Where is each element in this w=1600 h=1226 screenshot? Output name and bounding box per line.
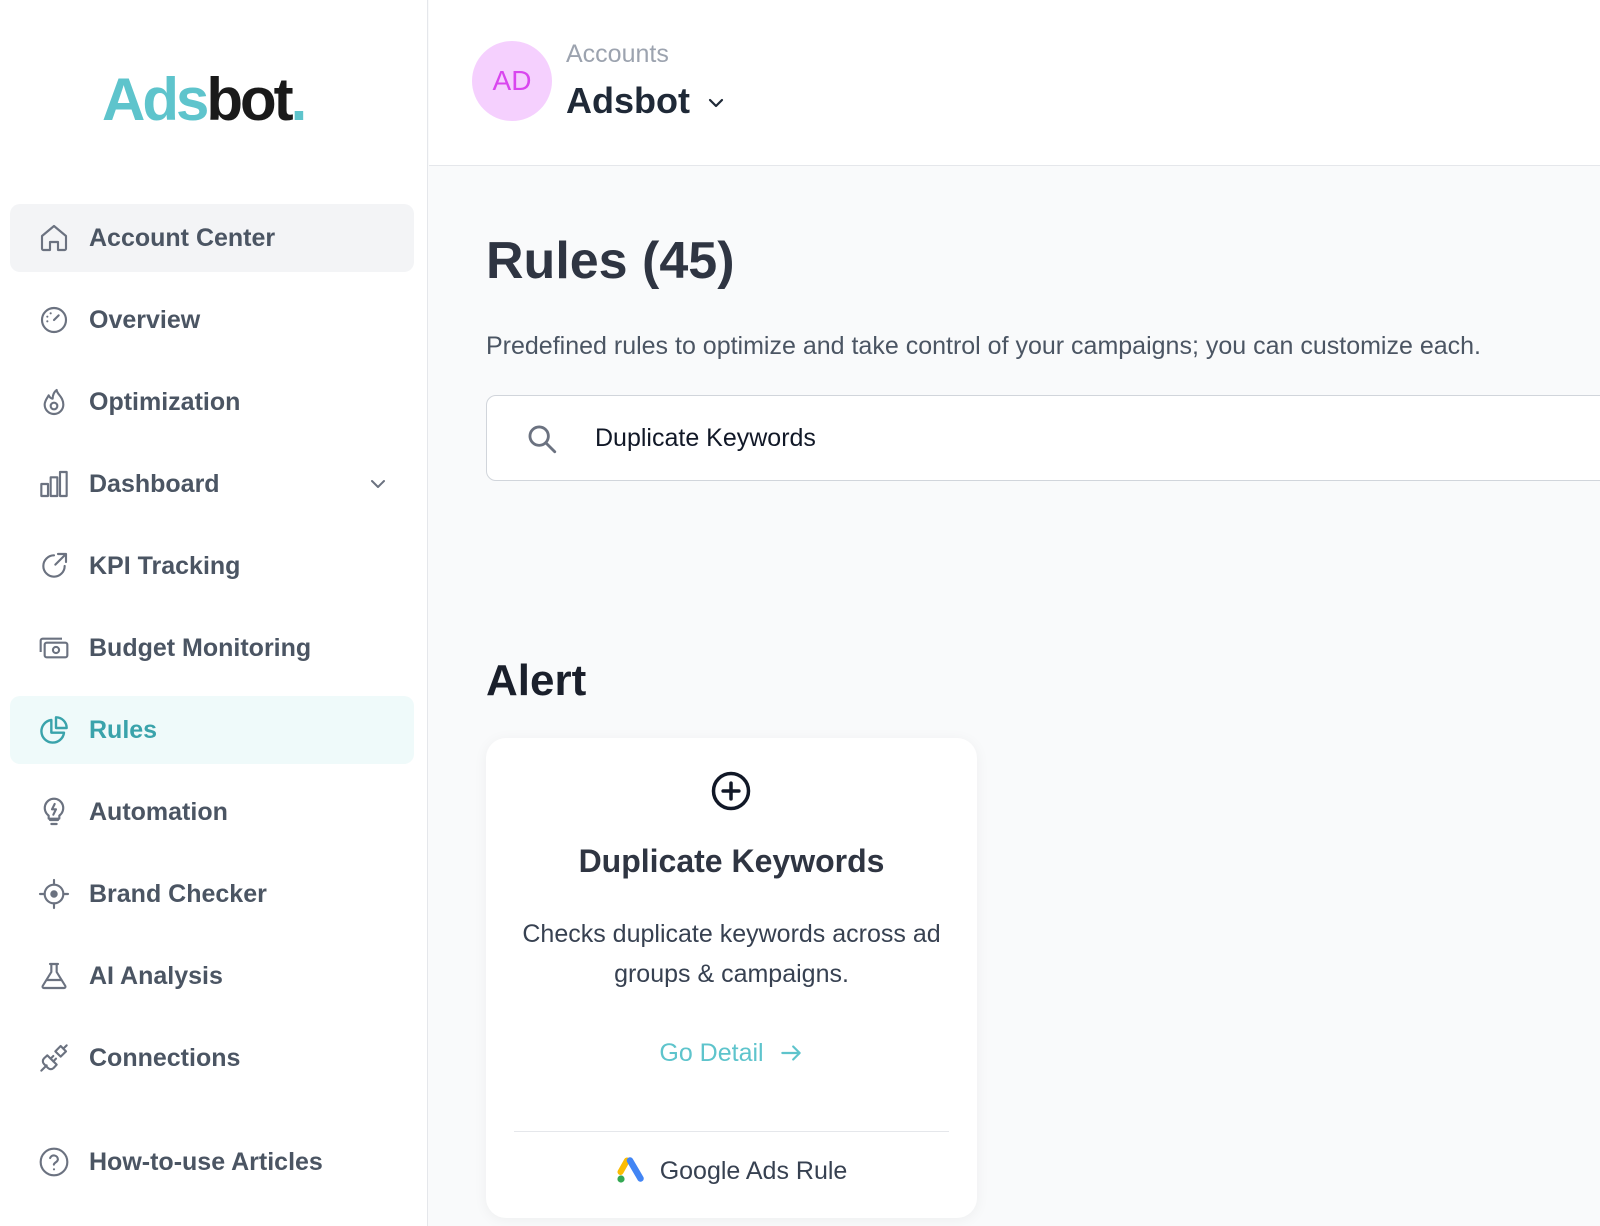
sidebar-item-how-to-use-articles[interactable]: How-to-use Articles	[10, 1128, 414, 1196]
sidebar-item-automation[interactable]: Automation	[10, 778, 414, 846]
arrow-up-right-circle-icon	[42, 552, 68, 578]
accounts-label: Accounts	[566, 40, 669, 68]
search-input[interactable]	[595, 418, 1495, 458]
sidebar-item-label: Budget Monitoring	[89, 634, 312, 662]
rule-card-title: Duplicate Keywords	[578, 843, 885, 879]
card-divider	[514, 1131, 949, 1132]
sidebar-item-kpi-tracking[interactable]: KPI Tracking	[10, 532, 414, 600]
top-header: AD Accounts Adsbot	[429, 0, 1600, 166]
sidebar-item-label: How-to-use Articles	[89, 1148, 323, 1176]
chevron-down-icon	[708, 98, 724, 108]
help-circle-icon	[39, 1147, 69, 1177]
logo-text-bot: bot	[206, 66, 293, 133]
money-icon	[39, 637, 69, 659]
sidebar-item-label: Automation	[89, 798, 228, 826]
gauge-icon	[40, 306, 68, 334]
google-ads-icon	[617, 1157, 644, 1183]
sidebar-item-rules[interactable]: Rules	[10, 696, 414, 764]
rule-card[interactable]: Duplicate Keywords Checks duplicate keyw…	[486, 738, 977, 1218]
search-box[interactable]	[486, 395, 1600, 481]
sidebar-item-label: Optimization	[89, 388, 241, 416]
flame-icon	[43, 388, 65, 416]
sidebar-item-optimization[interactable]: Optimization	[10, 368, 414, 436]
sidebar-item-brand-checker[interactable]: Brand Checker	[10, 860, 414, 928]
home-icon	[40, 224, 68, 252]
sidebar-item-label: Brand Checker	[89, 880, 267, 908]
page-subtitle: Predefined rules to optimize and take co…	[486, 332, 1481, 360]
pie-chart-icon	[40, 716, 68, 744]
sidebar-item-dashboard[interactable]: Dashboard	[10, 450, 414, 518]
sidebar-item-label: Overview	[89, 306, 201, 334]
sidebar: Adsbot. Account Center Overview Optimiza…	[0, 0, 428, 1226]
chevron-down-icon[interactable]	[366, 472, 390, 496]
sidebar-item-account-center[interactable]: Account Center	[10, 204, 414, 272]
sidebar-item-connections[interactable]: Connections	[10, 1024, 414, 1092]
lightbulb-bolt-icon	[43, 797, 65, 826]
sidebar-item-label: Dashboard	[89, 470, 220, 498]
sidebar-item-label: Account Center	[89, 224, 276, 252]
adsbot-logo[interactable]: Adsbot.	[102, 64, 308, 136]
sidebar-item-label: Rules	[89, 716, 158, 744]
page-title: Rules (45)	[486, 232, 735, 290]
flask-icon	[41, 962, 67, 990]
sidebar-item-budget-monitoring[interactable]: Budget Monitoring	[10, 614, 414, 682]
search-icon	[528, 425, 557, 454]
rule-card-description: Checks duplicate keywords across ad grou…	[522, 920, 941, 988]
section-title-alert: Alert	[486, 656, 587, 705]
crosshair-icon	[38, 878, 70, 910]
account-name: Adsbot	[566, 80, 690, 121]
go-detail-label: Go Detail	[659, 1039, 764, 1067]
account-switcher[interactable]: Adsbot	[566, 80, 728, 122]
logo-dot: .	[290, 66, 308, 133]
rule-card-footer: Google Ads Rule	[486, 1156, 977, 1186]
plug-icon	[40, 1044, 68, 1072]
sidebar-item-ai-analysis[interactable]: AI Analysis	[10, 942, 414, 1010]
sidebar-item-label: KPI Tracking	[89, 552, 241, 580]
sidebar-item-label: AI Analysis	[89, 962, 223, 990]
sidebar-item-overview[interactable]: Overview	[10, 286, 414, 354]
plus-circle-icon	[711, 771, 751, 811]
sidebar-item-label: Connections	[89, 1044, 241, 1072]
logo-text-ads: Ads	[102, 66, 209, 133]
go-detail-link[interactable]: Go Detail	[486, 1038, 977, 1068]
account-avatar[interactable]: AD	[472, 41, 552, 121]
avatar-initials: AD	[492, 65, 532, 96]
rule-type-label: Google Ads Rule	[659, 1157, 848, 1185]
arrow-right-icon	[780, 1045, 801, 1061]
bar-chart-icon	[40, 470, 68, 498]
